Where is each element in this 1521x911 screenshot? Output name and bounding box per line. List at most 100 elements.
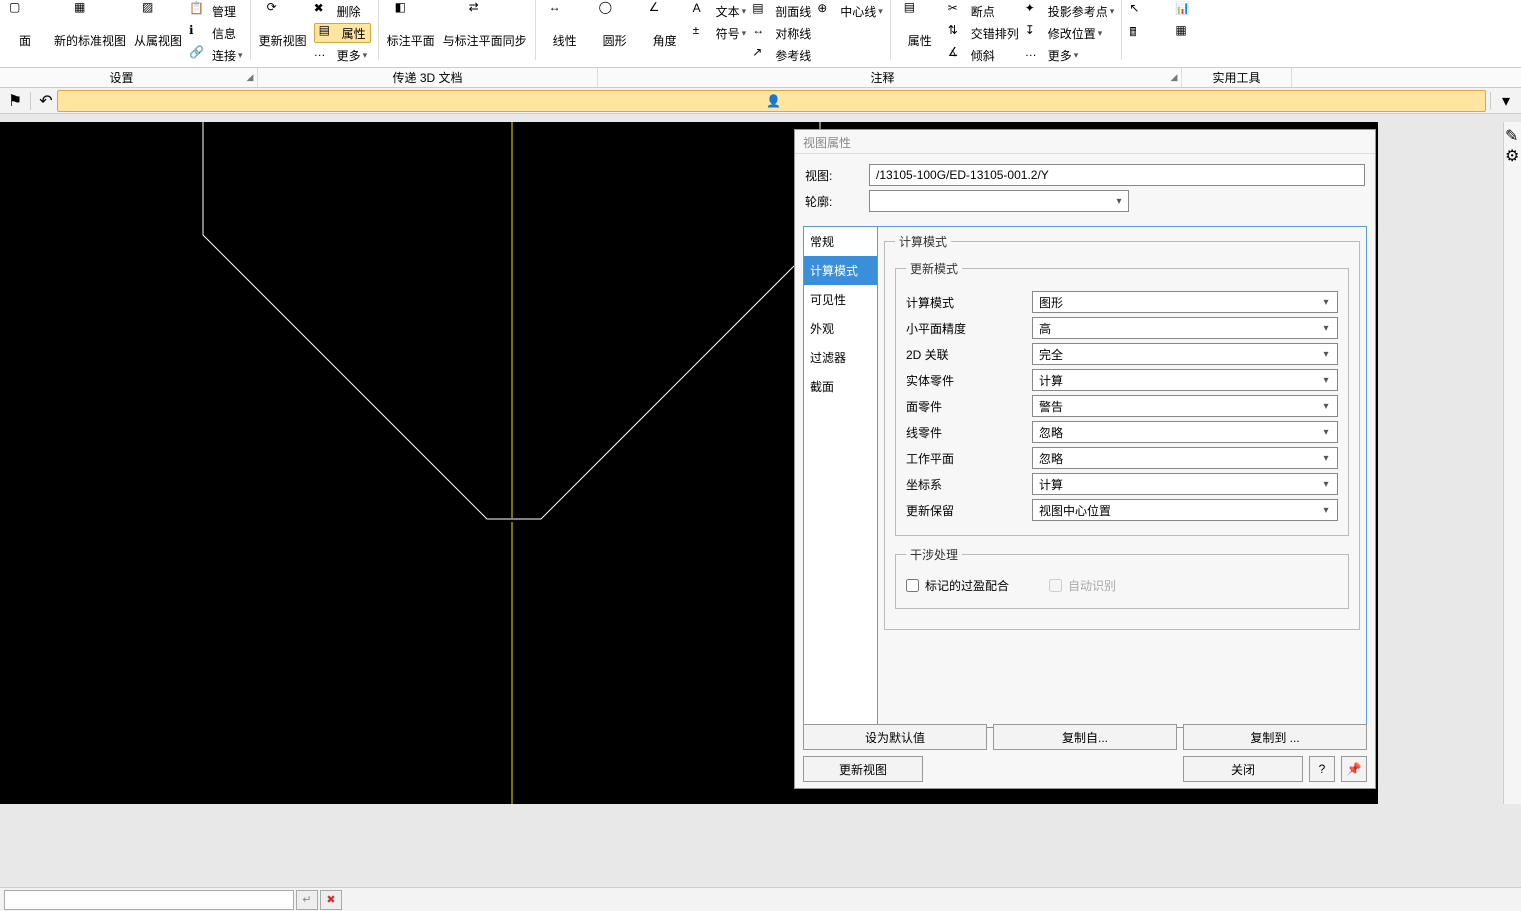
select-precision[interactable]: 高▾ [1032, 317, 1338, 339]
pin-icon: 📌 [1347, 762, 1362, 776]
side-tool-1[interactable]: ✎ [1505, 126, 1521, 142]
ribbon-btn-more[interactable]: …更多 [311, 44, 374, 66]
checkbox-mark-fit[interactable]: 标记的过盈配合 [906, 577, 1009, 594]
select-2d[interactable]: 完全▾ [1032, 343, 1338, 365]
ribbon-btn-props2[interactable]: ▤属性 [895, 0, 945, 60]
qat-undo[interactable]: ↶ [35, 90, 57, 112]
ribbon-btn-tilt[interactable]: ∡倾斜 [945, 44, 1022, 66]
dialog-launcher-icon[interactable]: ◢ [1167, 72, 1181, 83]
select-keep[interactable]: 视图中心位置▾ [1032, 499, 1338, 521]
dialog-tabs: 常规 计算模式 可见性 外观 过滤器 截面 [803, 226, 877, 728]
tab-calc-mode[interactable]: 计算模式 [804, 256, 877, 285]
chevron-down-icon: ▾ [1317, 375, 1335, 386]
chevron-down-icon: ▾ [1317, 323, 1335, 334]
face-icon: ▢ [9, 0, 41, 32]
ref-icon: ↗ [752, 45, 772, 65]
proj-icon: ✦ [1025, 1, 1045, 21]
ribbon-btn-sub-view[interactable]: ▨从属视图 [130, 0, 186, 60]
quick-access-toolbar: ⚑ ↶ 👤 ▾ [0, 88, 1521, 114]
props2-icon: ▤ [904, 0, 936, 32]
qat-flag[interactable]: ⚑ [4, 90, 26, 112]
btn-copy-from[interactable]: 复制自... [993, 724, 1177, 750]
separator [535, 0, 536, 60]
select-line[interactable]: 忽略▾ [1032, 421, 1338, 443]
ribbon-btn-update-view[interactable]: ⟳更新视图 [255, 0, 311, 60]
tab-general[interactable]: 常规 [804, 227, 877, 256]
fieldset-interference: 干涉处理 标记的过盈配合 自动识别 [895, 546, 1349, 609]
ribbon-btn-symbol[interactable]: ±符号 [690, 22, 750, 44]
status-btn-cancel[interactable]: ✖ [320, 890, 342, 910]
annoplane-icon: ◧ [395, 0, 427, 32]
btn-copy-to[interactable]: 复制到 ... [1183, 724, 1367, 750]
label-cs: 坐标系 [906, 476, 1032, 493]
dialog-footer-row1: 设为默认值 复制自... 复制到 ... [803, 724, 1367, 750]
ribbon-tool-1[interactable]: ↖ [1126, 0, 1172, 22]
tab-appearance[interactable]: 外观 [804, 314, 877, 343]
side-tool-2[interactable]: ⚙ [1505, 146, 1521, 162]
select-cs[interactable]: 计算▾ [1032, 473, 1338, 495]
grid-icon: ▦ [74, 0, 106, 32]
ribbon-tool-3[interactable]: 📊 [1172, 0, 1218, 22]
tab-section[interactable]: 截面 [804, 372, 877, 401]
chevron-down-icon: ▾ [1317, 401, 1335, 412]
ribbon-btn-connect[interactable]: 🔗连接 [186, 44, 246, 66]
ribbon-btn-stagger[interactable]: ⇅交错排列 [945, 22, 1022, 44]
select-face[interactable]: 警告▾ [1032, 395, 1338, 417]
ribbon-btn-section-line[interactable]: ▤剖面线 [749, 0, 814, 22]
dialog-panel: 计算模式 更新模式 计算模式图形▾ 小平面精度高▾ 2D 关联完全▾ 实体零件计… [877, 226, 1367, 728]
ribbon-btn-sync-anno-plane[interactable]: ⇄与标注平面同步 [439, 0, 531, 60]
ribbon-btn-center-line[interactable]: ⊕中心线 [814, 0, 886, 22]
label-calc: 计算模式 [906, 294, 1032, 311]
select-workplane[interactable]: 忽略▾ [1032, 447, 1338, 469]
input-view-path[interactable] [869, 164, 1365, 186]
ribbon-btn-text[interactable]: A文本 [690, 0, 750, 22]
manage-icon: 📋 [189, 1, 209, 21]
ribbon-btn-more2[interactable]: …更多 [1022, 44, 1118, 66]
ribbon-btn-manage[interactable]: 📋管理 [186, 0, 246, 22]
ribbon-btn-sym-line[interactable]: ↔对称线 [749, 22, 814, 44]
text-icon: A [693, 1, 713, 21]
ribbon-tool-2[interactable]: 🖩 [1126, 22, 1172, 44]
ribbon-stack-tools2: 📊 ▦ [1172, 0, 1218, 44]
qat-customize[interactable]: ▾ [1495, 90, 1517, 112]
combo-outline[interactable]: ▾ [869, 190, 1129, 212]
qat-select-mode[interactable]: 👤 [57, 90, 1486, 112]
ribbon-btn-breakpoint[interactable]: ✂断点 [945, 0, 1022, 22]
ribbon-btn-proj-ref[interactable]: ✦投影参考点 [1022, 0, 1118, 22]
ribbon-btn-linear[interactable]: ↔线性 [540, 0, 590, 60]
ribbon-btn-angle[interactable]: ∠角度 [640, 0, 690, 60]
dialog-launcher-icon[interactable]: ◢ [243, 72, 257, 83]
command-input[interactable] [4, 890, 294, 910]
ribbon-btn-delete[interactable]: ✖删除 [311, 0, 374, 22]
ribbon-btn-new-std-view[interactable]: ▦新的标准视图 [50, 0, 130, 60]
ribbon-btn-props[interactable]: ▤属性 [311, 22, 374, 44]
label-keep: 更新保留 [906, 502, 1032, 519]
ribbon-btn-ref-line[interactable]: ↗参考线 [749, 44, 814, 66]
chevron-down-icon: ▾ [1317, 453, 1335, 464]
ribbon-btn-circular[interactable]: ◯圆形 [590, 0, 640, 60]
status-btn-enter[interactable]: ↵ [296, 890, 318, 910]
calc-icon: 🖩 [1129, 23, 1149, 43]
group-annot: 注释◢ [598, 68, 1182, 87]
stagger-icon: ⇅ [948, 23, 968, 43]
legend-calc: 计算模式 [895, 233, 951, 250]
tab-visibility[interactable]: 可见性 [804, 285, 877, 314]
ribbon-btn-face[interactable]: ▢面 [0, 0, 50, 60]
btn-set-default[interactable]: 设为默认值 [803, 724, 987, 750]
ribbon-btn-anno-plane[interactable]: ◧标注平面 [383, 0, 439, 60]
viewport[interactable]: 视图属性 视图: 轮廓: ▾ 常规 计算模式 可见性 外观 过滤器 [0, 122, 1378, 804]
ribbon-stack-manage: 📋管理 ℹ信息 🔗连接 [186, 0, 246, 66]
select-solid[interactable]: 计算▾ [1032, 369, 1338, 391]
btn-help[interactable]: ? [1309, 756, 1335, 782]
btn-pin[interactable]: 📌 [1341, 756, 1367, 782]
ribbon-btn-mod-pos[interactable]: ↧修改位置 [1022, 22, 1118, 44]
circle-icon: ◯ [599, 0, 631, 32]
ribbon-tool-4[interactable]: ▦ [1172, 22, 1218, 44]
ribbon-btn-info[interactable]: ℹ信息 [186, 22, 246, 44]
fieldset-update-mode: 更新模式 计算模式图形▾ 小平面精度高▾ 2D 关联完全▾ 实体零件计算▾ 面零… [895, 260, 1349, 536]
btn-close[interactable]: 关闭 [1183, 756, 1303, 782]
tab-filter[interactable]: 过滤器 [804, 343, 877, 372]
linear-icon: ↔ [549, 0, 581, 32]
select-calc[interactable]: 图形▾ [1032, 291, 1338, 313]
btn-update-view[interactable]: 更新视图 [803, 756, 923, 782]
